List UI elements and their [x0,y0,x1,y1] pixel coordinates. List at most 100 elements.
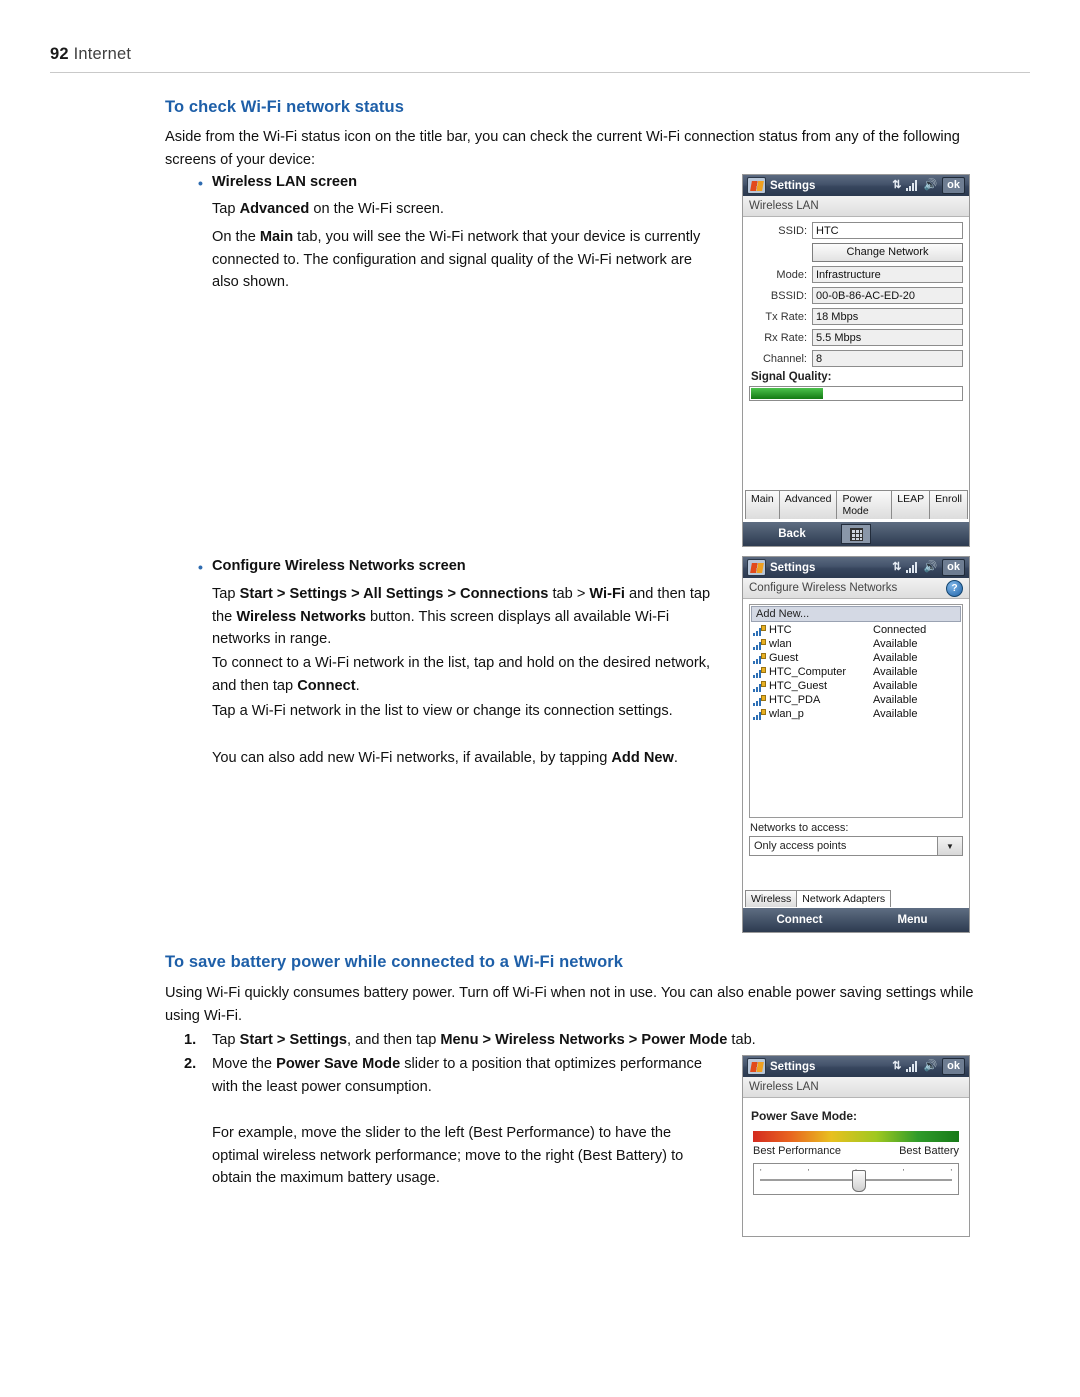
screen-subtitle: Wireless LAN [743,196,969,217]
networks-to-access-label: Networks to access: [750,822,849,834]
ssid-input[interactable]: HTC [812,222,963,239]
paragraph-main-tab: On the Main tab, you will see the Wi-Fi … [212,226,712,294]
text-frag: On the [212,229,260,245]
wifi-signal-icon [753,680,766,692]
tab-power-mode[interactable]: Power Mode [836,490,893,519]
network-status: Available [873,638,918,650]
screenshot-power-mode: Settings ⇅ 🔊 ok Wireless LAN Power Save … [742,1055,970,1237]
list-item-step-2: 2. Move the Power Save Mode slider to a … [184,1053,712,1098]
channel-value: 8 [812,350,963,367]
text-bold-path: Start > Settings > All Settings > Connec… [239,586,549,602]
document-page: 92 Internet To check Wi-Fi network statu… [0,0,1080,1397]
help-icon[interactable]: ? [946,579,963,597]
tab-wireless[interactable]: Wireless [745,890,798,907]
tab-advanced[interactable]: Advanced [778,490,838,519]
field-row-rxrate: Rx Rate: 5.5 Mbps [749,329,963,346]
chevron-down-icon[interactable]: ▼ [937,837,962,855]
header-divider [50,72,1030,73]
text-frag: Tap [212,586,240,602]
field-row-channel: Channel: 8 [749,350,963,367]
titlebar-status-icons: ⇅ 🔊 ok [892,177,965,194]
wifi-signal-icon [753,666,766,678]
page-number: 92 [50,45,69,63]
bullet-dot-icon: • [198,175,203,191]
text-frag: . [355,677,360,694]
softkey-connect[interactable]: Connect [743,914,856,926]
list-item[interactable]: HTC Connected [751,623,961,637]
windows-logo-icon [747,177,766,194]
header-section: Internet [73,45,132,63]
text-frag: Tap [212,201,240,217]
tick: ' [950,1168,952,1177]
windows-logo-icon [747,1058,766,1075]
field-label: Mode: [776,268,807,281]
signal-strength-icon [906,180,918,191]
screenshot-wireless-lan: Settings ⇅ 🔊 ok Wireless LAN SSID: HTC C… [742,174,970,547]
signal-quality-label: Signal Quality: [751,371,832,383]
text-frag: To connect to a Wi-Fi network in the lis… [212,655,711,694]
ok-button[interactable]: ok [942,177,965,194]
paragraph-battery-intro: Using Wi-Fi quickly consumes battery pow… [165,985,974,1024]
paragraph-tap-advanced: Tap Advanced on the Wi-Fi screen. [212,198,712,221]
text-frag: tab. [727,1032,756,1048]
wifi-signal-icon [753,694,766,706]
network-status: Available [873,666,918,678]
list-item[interactable]: wlan Available [751,637,961,651]
add-new-item[interactable]: Add New... [751,606,961,622]
tab-bar: Main Advanced Power Mode LEAP Enroll [745,490,968,519]
list-item[interactable]: Guest Available [751,651,961,665]
field-label: Tx Rate: [765,310,807,323]
softkey-menu[interactable]: Menu [856,914,969,926]
bssid-value: 00-0B-86-AC-ED-20 [812,287,963,304]
tab-network-adapters[interactable]: Network Adapters [796,890,892,907]
softkey-back[interactable]: Back [743,528,841,540]
text-bold-add-new: Add New [611,750,674,766]
ok-button[interactable]: ok [942,559,965,576]
heading-save-battery: To save battery power while connected to… [165,953,624,971]
windows-logo-icon [747,559,766,576]
tab-main[interactable]: Main [745,490,780,519]
list-item[interactable]: HTC_PDA Available [751,693,961,707]
titlebar-status-icons: ⇅ 🔊 ok [892,1058,965,1075]
power-save-slider[interactable]: ' ' ' ' ' [753,1163,959,1195]
tab-enroll[interactable]: Enroll [929,490,968,519]
titlebar: Settings ⇅ 🔊 ok [743,175,969,196]
tab-leap[interactable]: LEAP [891,490,931,519]
power-endpoints: Best Performance Best Battery [753,1145,959,1157]
field-label: Rx Rate: [764,331,807,344]
heading-wifi-status: To check Wi-Fi network status [165,98,404,116]
ok-button[interactable]: ok [942,1058,965,1075]
keyboard-icon[interactable] [841,524,871,544]
text-frag: Move the [212,1056,277,1072]
change-network-button[interactable]: Change Network [812,243,963,262]
softkey-bar: Connect Menu [743,908,969,932]
step-number: 2. [184,1056,197,1072]
network-list[interactable]: Add New... HTC Connected wlan Available … [749,604,963,818]
signal-strength-icon [906,1061,918,1072]
list-item[interactable]: HTC_Guest Available [751,679,961,693]
wifi-signal-icon [753,652,766,664]
text-bold-menu-path: Menu > Wireless Networks > Power Mode [440,1032,728,1048]
network-name: wlan_p [769,708,804,720]
volume-icon: 🔊 [923,179,938,191]
best-performance-label: Best Performance [753,1145,842,1157]
list-item[interactable]: wlan_p Available [751,707,961,721]
text-frag: tab > [548,586,590,602]
tx-rate-value: 18 Mbps [812,308,963,325]
signal-strength-icon [906,562,918,573]
connectivity-icon: ⇅ [892,1060,902,1072]
text-bold-advanced: Advanced [239,201,310,217]
network-status: Available [873,680,918,692]
slider-thumb[interactable] [851,1170,866,1192]
list-item[interactable]: HTC_Computer Available [751,665,961,679]
bullet-dot-icon: • [198,559,203,575]
softkey-bar: Back [743,522,969,546]
networks-to-access-select[interactable]: Only access points ▼ [749,836,963,856]
bullet-wireless-lan-screen: • Wireless LAN screen [198,174,357,191]
field-row-ssid: SSID: HTC [749,222,963,239]
text-frag: on the Wi-Fi screen. [309,201,444,217]
network-name: HTC_Computer [769,666,847,678]
screen-subtitle-row: Configure Wireless Networks ? [743,578,969,599]
text-bold-power-save-mode: Power Save Mode [276,1056,401,1072]
best-battery-label: Best Battery [899,1145,959,1157]
